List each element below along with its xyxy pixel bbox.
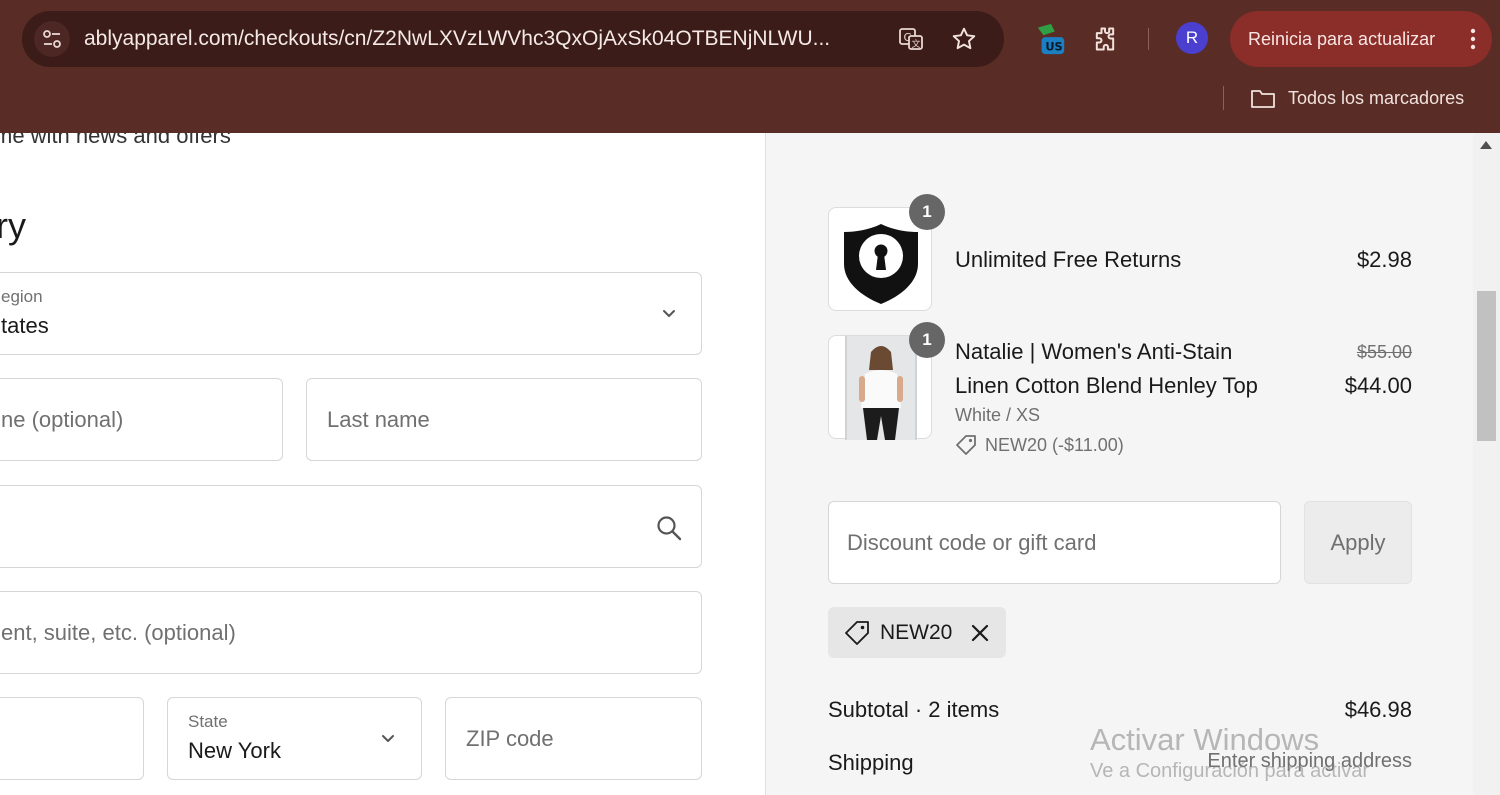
last-name-field[interactable]: Last name (306, 378, 702, 461)
tag-icon (956, 435, 976, 455)
all-bookmarks-button[interactable]: Todos los marcadores (1250, 84, 1464, 112)
state-value: New York (188, 738, 281, 763)
item-price: $44.00 (1344, 373, 1412, 398)
delivery-heading: ry (0, 205, 26, 246)
chevron-down-icon (663, 310, 675, 317)
all-bookmarks-label: Todos los marcadores (1288, 87, 1465, 108)
page-scrollbar[interactable] (1473, 133, 1500, 795)
checkout-form-panel: me with news and offers ry egion tates n… (0, 133, 766, 795)
apartment-field[interactable]: ent, suite, etc. (optional) (0, 591, 702, 674)
returns-product-thumbnail: 1 (828, 194, 945, 311)
folder-icon (1251, 90, 1275, 108)
item-discount: NEW20 (-$11.00) (955, 434, 1124, 456)
original-price: $55.00 (1356, 342, 1412, 362)
item-name-line-2: Linen Cotton Blend Henley Top (955, 373, 1258, 398)
svg-text:文: 文 (912, 38, 921, 50)
translate-icon[interactable]: G 文 (895, 23, 927, 55)
country-select[interactable]: egion tates (0, 272, 702, 355)
chevron-down-icon (382, 735, 394, 742)
search-icon (657, 516, 682, 541)
restart-to-update-button[interactable]: Reinicia para actualizar (1230, 11, 1492, 67)
more-menu-icon[interactable] (1468, 27, 1478, 51)
vpn-extension-icon[interactable]: US (1034, 22, 1068, 56)
toolbar-separator (1148, 28, 1149, 50)
item-name: Unlimited Free Returns (955, 247, 1182, 272)
scroll-up-arrow-icon[interactable] (1480, 141, 1492, 149)
extensions-puzzle-icon[interactable] (1088, 22, 1122, 56)
last-name-placeholder: Last name (327, 406, 430, 432)
subtotal-label: Subtotal · 2 items (828, 697, 1000, 722)
item-discount-text: NEW20 (-$11.00) (985, 434, 1124, 455)
bookmarks-separator (1223, 86, 1224, 110)
url-text[interactable]: ablyapparel.com/checkouts/cn/Z2NwLXVzLWV… (84, 11, 884, 67)
profile-avatar[interactable]: R (1176, 22, 1208, 54)
first-name-field[interactable]: ne (optional) (0, 378, 283, 461)
apply-discount-button[interactable]: Apply (1304, 501, 1412, 584)
quantity-badge: 1 (909, 194, 945, 230)
address-field[interactable] (0, 485, 702, 568)
discount-code-input[interactable]: Discount code or gift card (828, 501, 1281, 584)
henley-top-product-thumbnail: 1 (828, 322, 945, 440)
applied-discount-chip: NEW20 (828, 607, 1007, 658)
tag-icon (845, 620, 869, 645)
subtotal-value: $46.98 (1344, 697, 1412, 722)
applied-discount-code: NEW20 (880, 620, 953, 644)
city-field[interactable] (0, 697, 144, 780)
item-variant: White / XS (955, 405, 1041, 425)
site-info-icon[interactable] (34, 21, 70, 57)
shipping-value: Enter shipping address (1207, 750, 1412, 772)
restart-to-update-label: Reinicia para actualizar (1248, 29, 1436, 49)
item-price: $2.98 (1356, 247, 1412, 272)
scrollbar-thumb[interactable] (1477, 291, 1496, 441)
svg-text:US: US (1045, 39, 1062, 53)
zip-code-placeholder: ZIP code (466, 725, 554, 751)
country-label: egion (1, 287, 43, 306)
item-name-line-1: Natalie | Women's Anti-Stain (955, 339, 1233, 364)
order-summary-panel: 1 Unlimited Free Returns $2.98 1 Natalie… (766, 133, 1500, 795)
country-value: tates (1, 313, 49, 338)
state-select[interactable]: State New York (167, 697, 422, 780)
state-label: State (188, 712, 228, 731)
address-bar[interactable]: ablyapparel.com/checkouts/cn/Z2NwLXVzLWV… (22, 11, 1004, 67)
remove-discount-icon[interactable] (970, 623, 990, 643)
quantity-badge: 1 (909, 322, 945, 358)
zip-code-field[interactable]: ZIP code (445, 697, 702, 780)
bookmark-star-icon[interactable] (948, 23, 980, 55)
first-name-placeholder: ne (optional) (1, 406, 124, 432)
apartment-placeholder: ent, suite, etc. (optional) (1, 619, 236, 645)
shipping-label: Shipping (828, 750, 914, 775)
browser-toolbar: ablyapparel.com/checkouts/cn/Z2NwLXVzLWV… (0, 0, 1500, 133)
newsletter-consent-text[interactable]: me with news and offers (0, 133, 231, 149)
